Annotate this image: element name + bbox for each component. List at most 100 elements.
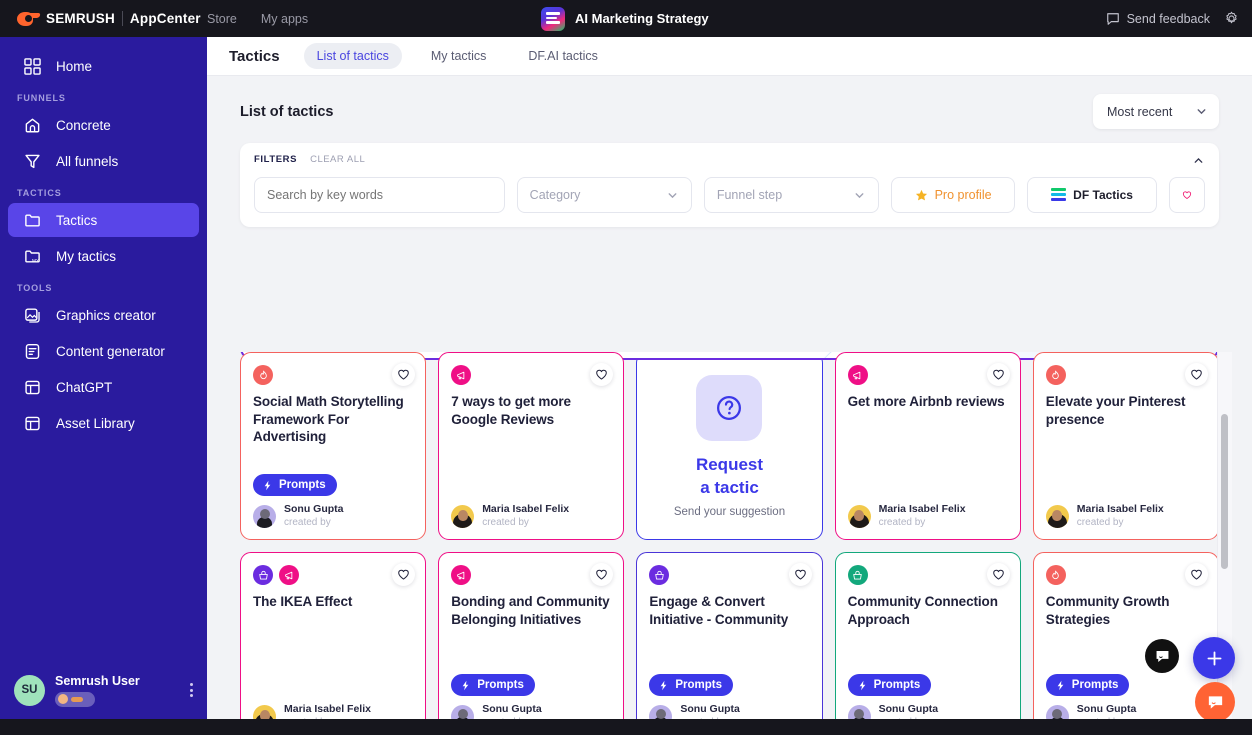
add-tactic-fab[interactable] <box>1193 637 1235 679</box>
author-text: Maria Isabel Felix created by <box>879 503 966 529</box>
support-chat-button[interactable] <box>1195 682 1235 719</box>
nav-store[interactable]: Store <box>207 12 237 26</box>
avatar <box>1045 704 1069 719</box>
favorite-heart-button[interactable] <box>1184 563 1208 586</box>
sidebar-item-my-tactics[interactable]: MY My tactics <box>8 239 199 273</box>
sidebar-item-all-funnels[interactable]: All funnels <box>8 144 199 178</box>
favorite-heart-button[interactable] <box>986 363 1010 386</box>
sort-value: Most recent <box>1107 104 1173 119</box>
pro-profile-button[interactable]: Pro profile <box>890 177 1016 213</box>
favorite-heart-button[interactable] <box>1184 363 1208 386</box>
megaphone-icon <box>847 365 868 385</box>
clear-all-button[interactable]: CLEAR ALL <box>310 154 365 165</box>
sidebar-section-funnels: FUNNELS <box>17 93 66 103</box>
sidebar-item-tactics[interactable]: Tactics <box>8 203 199 237</box>
avatar <box>253 704 276 719</box>
prompts-badge[interactable]: Prompts <box>649 674 734 696</box>
kebab-menu-icon[interactable] <box>190 683 193 697</box>
sidebar-item-concrete[interactable]: Concrete <box>8 108 199 142</box>
author-created-by: created by <box>878 517 926 528</box>
tactic-category-badges <box>253 565 413 585</box>
sort-dropdown[interactable]: Most recent <box>1093 94 1219 129</box>
chat-bubble-icon <box>1156 650 1168 662</box>
sidebar-item-asset-library[interactable]: Asset Library <box>8 406 199 440</box>
sidebar-item-chatgpt[interactable]: ChatGPT <box>8 370 199 404</box>
current-app: AI Marketing Strategy <box>541 0 709 37</box>
scrollbar-thumb[interactable] <box>1221 414 1228 569</box>
avatar: SU <box>14 674 45 706</box>
tab-my-tactics[interactable]: My tactics <box>418 43 500 69</box>
tab-df-ai-tactics[interactable]: DF.AI tactics <box>515 43 610 69</box>
tactic-title: Elevate your Pinterest presence <box>1045 394 1186 427</box>
author-created-by: created by <box>879 716 939 719</box>
df-tactics-button[interactable]: DF Tactics <box>1027 177 1157 213</box>
prompts-badge[interactable]: Prompts <box>451 674 535 696</box>
sidebar-item-label: Home <box>56 58 93 74</box>
request-tactic-card[interactable]: Request a tactic Send your suggestion <box>636 352 823 540</box>
favorite-heart-button[interactable] <box>788 563 812 586</box>
author-created-by: created by <box>284 517 331 528</box>
sidebar-nav: Home FUNNELS Concrete All funnels TACTIC… <box>0 37 207 661</box>
nav-my-apps[interactable]: My apps <box>261 12 308 26</box>
question-circle-icon <box>696 374 763 441</box>
heart-icon <box>596 369 608 380</box>
tactic-card[interactable]: Social Math Storytelling Framework For A… <box>240 352 427 540</box>
megaphone-icon <box>279 565 299 585</box>
app-title: AI Marketing Strategy <box>575 11 709 26</box>
sidebar-item-label: ChatGPT <box>56 379 113 395</box>
request-title-line1: Request <box>695 454 764 474</box>
author-name: Sonu Gupta <box>482 703 542 715</box>
lightning-icon <box>264 480 271 490</box>
tactic-card[interactable]: Bonding and Community Belonging Initiati… <box>438 552 625 719</box>
sidebar-item-graphics-creator[interactable]: Graphics creator <box>8 298 199 332</box>
gear-icon[interactable] <box>1224 11 1239 26</box>
sidebar-item-label: My tactics <box>56 248 117 264</box>
tactic-card[interactable]: 7 ways to get more Google Reviews Maria I… <box>438 352 625 540</box>
search-input[interactable] <box>254 177 505 213</box>
prompts-label: Prompts <box>873 679 921 691</box>
sidebar-user[interactable]: SU Semrush User <box>0 661 207 719</box>
chevron-up-icon[interactable] <box>1192 154 1205 167</box>
favorite-heart-button[interactable] <box>986 563 1010 586</box>
send-feedback-button[interactable]: Send feedback <box>1106 12 1210 26</box>
tactic-card[interactable]: The IKEA Effect Maria Isabel Felixcreated… <box>240 552 427 719</box>
author-name: Maria Isabel Felix <box>482 503 570 515</box>
chevron-down-icon <box>1197 109 1206 115</box>
send-feedback-label: Send feedback <box>1126 11 1210 26</box>
tactic-card[interactable]: Get more Airbnb reviews Maria Isabel Feli… <box>834 352 1021 540</box>
sidebar-item-content-generator[interactable]: Content generator <box>8 334 199 368</box>
favorites-filter-button[interactable] <box>1169 177 1205 213</box>
tab-list-of-tactics[interactable]: List of tactics <box>303 43 402 69</box>
tactic-card[interactable]: Engage & Convert Initiative - Community P… <box>636 552 823 719</box>
star-icon <box>915 189 927 200</box>
content-area: List of tactics Most recent FILTERS CLEA… <box>207 76 1252 719</box>
layout-icon <box>23 414 42 433</box>
svg-text:MY: MY <box>32 258 40 264</box>
tactic-card[interactable]: Community Growth Strategies Prompts Sonu G… <box>1032 552 1219 719</box>
tactic-category-badges <box>649 565 809 585</box>
sidebar-item-home[interactable]: Home <box>8 49 199 83</box>
sidebar-item-label: Graphics creator <box>56 307 156 323</box>
tactic-card[interactable]: Elevate your Pinterest presence Maria Isa… <box>1032 352 1219 540</box>
document-icon <box>23 342 42 361</box>
prompts-badge[interactable]: Prompts <box>847 674 932 696</box>
author-name: Maria Isabel Felix <box>284 703 371 715</box>
speech-bubble-icon <box>1106 12 1119 25</box>
category-dropdown[interactable]: Category <box>516 177 692 213</box>
tactic-card[interactable]: Community Connection Approach Prompts Sonu… <box>834 552 1021 719</box>
prompts-badge[interactable]: Prompts <box>1045 674 1130 696</box>
sidebar-user-info: Semrush User <box>55 674 140 707</box>
layers-icon <box>1051 187 1067 203</box>
heart-icon <box>398 569 409 580</box>
prompts-badge[interactable]: Prompts <box>253 474 337 496</box>
author-text: Sonu Guptacreated by <box>680 703 740 719</box>
top-nav-links: Store My apps <box>207 12 308 26</box>
chat-widget-button[interactable] <box>1145 639 1179 673</box>
author-created-by: created by <box>284 716 371 719</box>
semrush-logo-icon <box>17 11 41 26</box>
author-name: Sonu Gupta <box>878 703 939 715</box>
author-created-by: created by <box>680 716 740 719</box>
brand-logo[interactable]: SEMRUSH AppCenter <box>0 11 207 26</box>
basket-icon <box>847 565 868 585</box>
funnel-step-dropdown[interactable]: Funnel step <box>703 177 879 213</box>
